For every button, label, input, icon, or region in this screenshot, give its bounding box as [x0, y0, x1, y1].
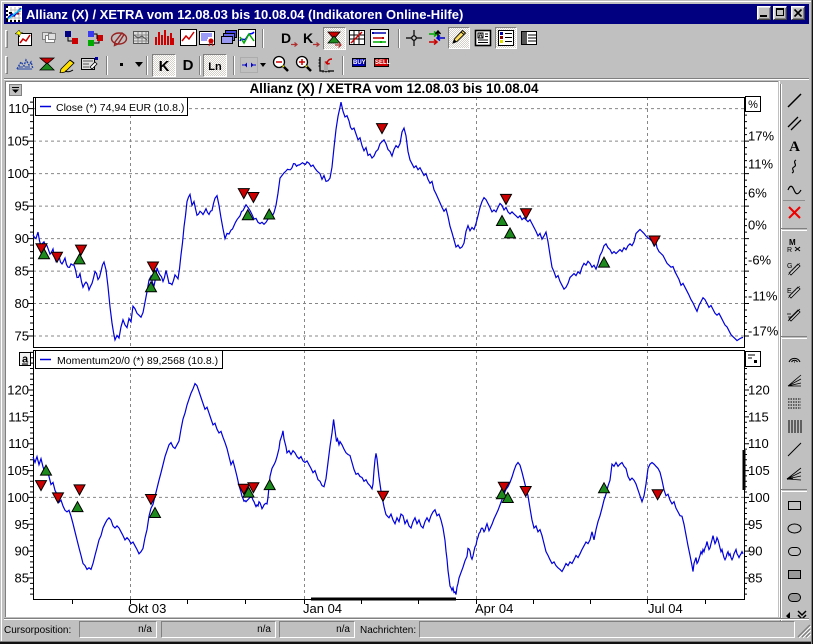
- svg-text:120: 120: [7, 383, 29, 398]
- svg-text:95: 95: [15, 517, 29, 532]
- svg-text:-11%: -11%: [748, 289, 778, 304]
- svg-text:%: %: [748, 99, 758, 111]
- svg-text:110: 110: [8, 436, 29, 451]
- svg-text:90: 90: [15, 231, 29, 246]
- svg-text:105: 105: [748, 463, 770, 478]
- svg-text:105: 105: [7, 463, 29, 478]
- svg-text:Jan 04: Jan 04: [303, 601, 342, 616]
- svg-text:-17%: -17%: [748, 324, 779, 339]
- svg-text:a: a: [22, 354, 29, 366]
- svg-text:85: 85: [15, 264, 29, 279]
- svg-text:95: 95: [15, 199, 29, 214]
- svg-text:Allianz (X) / XETRA vom 12.08.: Allianz (X) / XETRA vom 12.08.03 bis 10.…: [249, 81, 539, 96]
- svg-text:Apr 04: Apr 04: [475, 601, 513, 616]
- svg-text:90: 90: [748, 544, 762, 559]
- svg-text:85: 85: [748, 571, 762, 586]
- svg-text:100: 100: [7, 490, 29, 505]
- svg-text:115: 115: [8, 409, 29, 424]
- svg-text:6%: 6%: [748, 186, 767, 201]
- svg-text:17%: 17%: [748, 129, 774, 144]
- svg-text:115: 115: [748, 409, 769, 424]
- svg-text:110: 110: [748, 436, 769, 451]
- svg-text:Close (*) 74,94 EUR (10.8.): Close (*) 74,94 EUR (10.8.): [56, 102, 184, 114]
- svg-text:Momentum20/0 (*) 89,2568 (10.8: Momentum20/0 (*) 89,2568 (10.8.): [57, 355, 218, 367]
- svg-text:90: 90: [15, 544, 29, 559]
- svg-text:100: 100: [7, 166, 29, 181]
- svg-text:0%: 0%: [748, 218, 767, 233]
- svg-text:110: 110: [8, 101, 29, 116]
- svg-text:80: 80: [15, 296, 29, 311]
- svg-text:120: 120: [748, 383, 770, 398]
- svg-text:Okt 03: Okt 03: [128, 601, 166, 616]
- svg-text:95: 95: [748, 517, 762, 532]
- svg-text:-6%: -6%: [748, 253, 772, 268]
- svg-text:85: 85: [15, 571, 29, 586]
- svg-text:75: 75: [15, 329, 29, 344]
- svg-text:Jul 04: Jul 04: [648, 601, 683, 616]
- svg-text:11%: 11%: [748, 157, 773, 172]
- svg-text:105: 105: [7, 134, 29, 149]
- svg-text:100: 100: [748, 490, 770, 505]
